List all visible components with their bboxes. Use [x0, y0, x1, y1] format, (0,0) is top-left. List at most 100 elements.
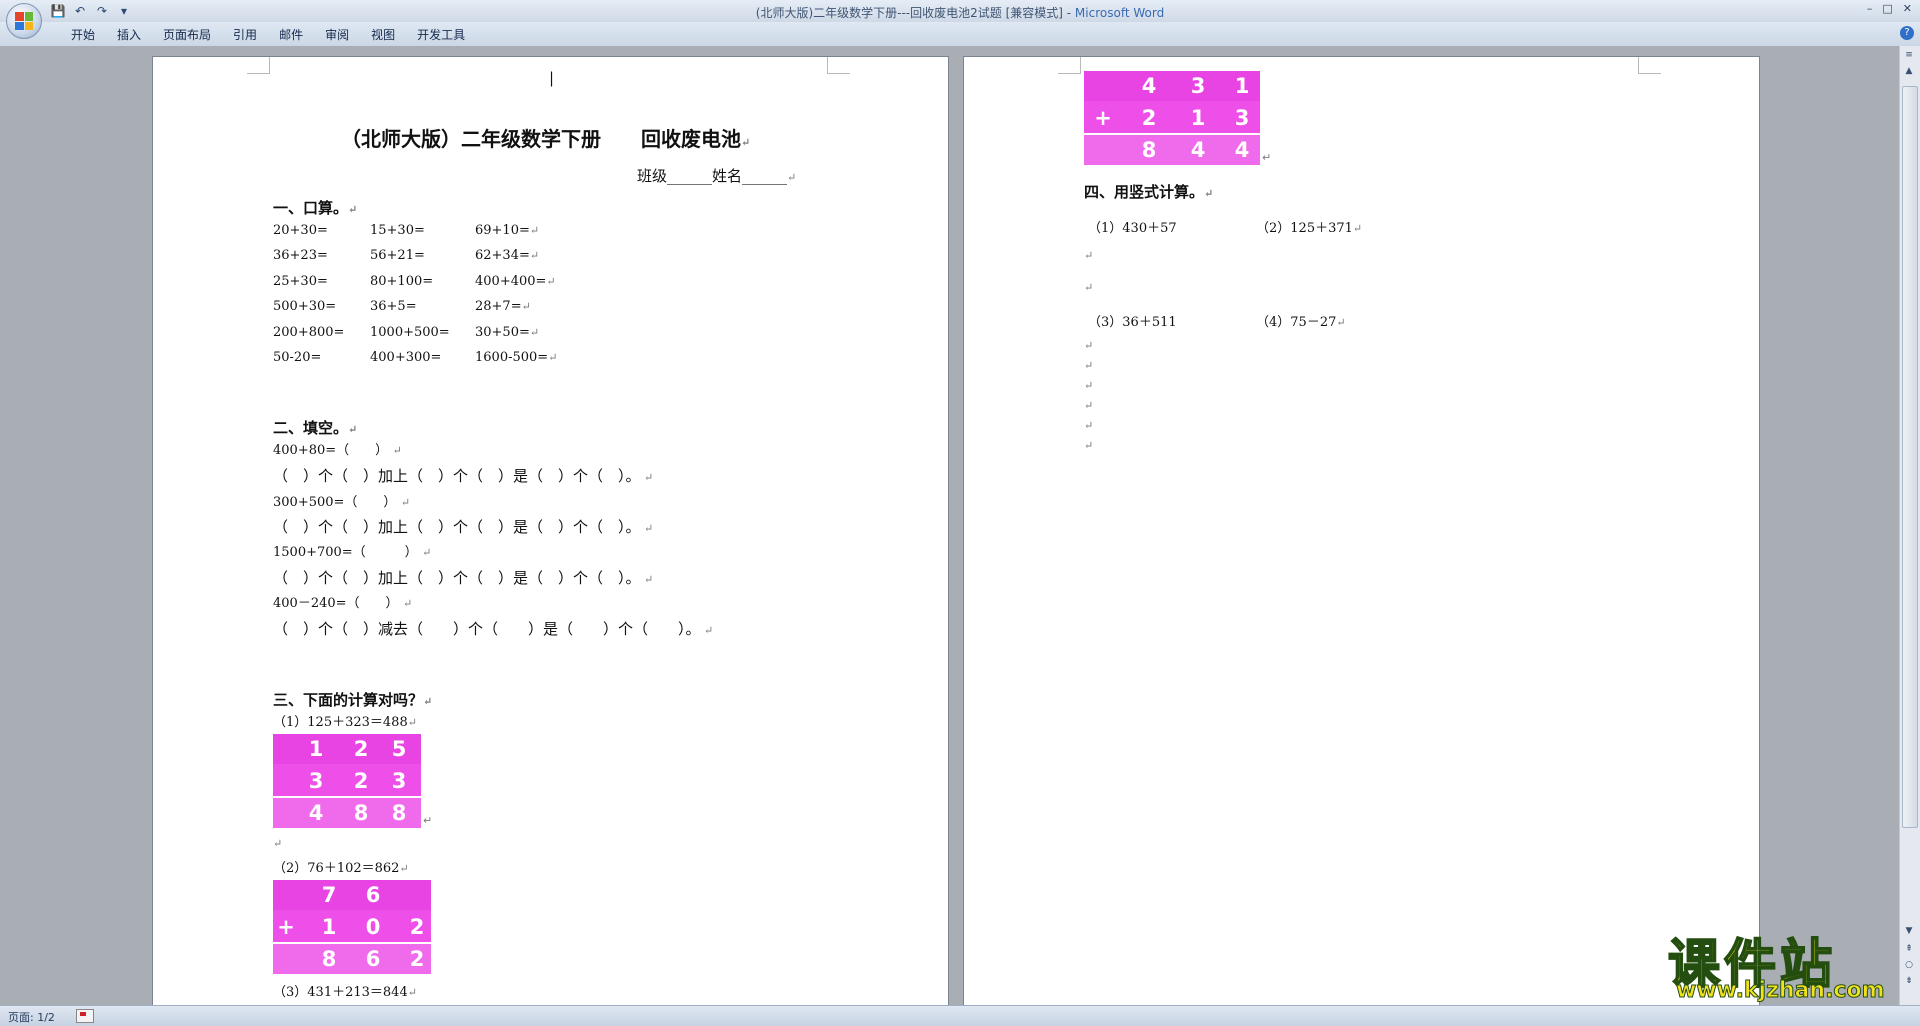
section-1-heading: 一、口算。↵	[273, 197, 357, 218]
office-logo-icon	[15, 12, 33, 30]
document-title-heading: （北师大版）二年级数学下册 回收废电池↵	[341, 123, 750, 152]
app-name: Microsoft Word	[1074, 6, 1165, 20]
oral-expression: 69+10=	[475, 223, 530, 238]
calc-digit: 8	[391, 801, 407, 825]
section-heading-text: 二、填空。	[273, 419, 349, 437]
calc-digit: 0	[365, 915, 381, 939]
maximize-button[interactable]: □	[1882, 2, 1892, 15]
calc-digit: 1	[1234, 74, 1250, 98]
vertical-calc-2: 7 6 + 1 0 2 8 6 2	[273, 880, 431, 974]
paragraph-mark: ↵	[633, 573, 654, 586]
paragraph-mark: ↵	[787, 171, 797, 184]
calc-digit: 2	[1141, 106, 1157, 130]
tab-developer[interactable]: 开发工具	[406, 26, 476, 43]
calc-row-1: 4 3 1	[1084, 71, 1260, 101]
oral-item: 500+30=	[273, 299, 336, 314]
tab-insert[interactable]: 插入	[106, 26, 152, 43]
oral-expression: 50-20=	[273, 350, 322, 365]
fill-text: （ ）个（ ）加上（ ）个（ ）是（ ）个（ ）。	[273, 467, 634, 485]
minimize-button[interactable]: –	[1867, 2, 1873, 15]
paragraph-mark: ↵	[633, 471, 654, 484]
help-icon[interactable]: ?	[1900, 26, 1914, 40]
calc-digit: 8	[321, 947, 337, 971]
oral-item: 1000+500=	[370, 325, 450, 340]
vertical-scrollbar[interactable]: ≡ ▲ ▼ ⇞ ○ ⇟	[1899, 46, 1920, 1005]
text-cursor: |	[549, 69, 555, 87]
oral-expression: 80+100=	[370, 273, 434, 289]
paragraph-mark: ↵	[1084, 419, 1094, 432]
calc-digit: 2	[409, 947, 425, 971]
calc-digit: 1	[308, 737, 324, 761]
paragraph-mark: ↵	[1204, 187, 1214, 200]
oral-expression: 28+7=	[475, 299, 522, 315]
question-text: （1）125＋323＝488	[273, 715, 408, 730]
paragraph-mark: ↵	[693, 624, 714, 637]
problem-text: （4）75－27	[1256, 315, 1337, 330]
oral-item: 36+23=	[273, 248, 328, 263]
paragraph-mark: ↵	[1336, 316, 1346, 329]
class-name-line: 班级______姓名______↵	[637, 165, 796, 186]
oral-item: 400+400=↵	[475, 274, 556, 289]
oral-item: 15+30=	[370, 223, 425, 238]
paragraph-mark: ↵	[381, 444, 402, 457]
paragraph-mark: ↵	[392, 597, 413, 610]
problem-3: （3）36＋511	[1088, 315, 1177, 330]
ribbon: 开始 插入 页面布局 引用 邮件 审阅 视图 开发工具 ?	[0, 22, 1920, 47]
vertical-calc-3: 4 3 1 + 2 1 3 8 4 4 ↵	[1084, 71, 1271, 165]
tab-references[interactable]: 引用	[222, 26, 268, 43]
calc-digit: 4	[1190, 138, 1206, 162]
tab-mailings[interactable]: 邮件	[268, 26, 314, 43]
problem-text: （2）125＋371	[1256, 221, 1353, 236]
oral-expression: 400+300=	[370, 350, 442, 365]
paragraph-mark: ↵	[1084, 281, 1094, 294]
oral-expression: 1600-500=	[475, 350, 549, 365]
paragraph-mark: ↵	[1084, 399, 1094, 412]
fill-line: （ ）个（ ）加上（ ）个（ ）是（ ）个（ ）。 ↵	[273, 516, 653, 537]
vertical-calc-1: 1 2 5 3 2 3 4 8 8 ↵	[273, 734, 432, 828]
section-3-heading: 三、下面的计算对吗？↵	[273, 689, 432, 710]
calc-digit: 3	[1190, 74, 1206, 98]
browse-object-icon[interactable]: ○	[1902, 960, 1916, 972]
calc-digit: 6	[365, 883, 381, 907]
paragraph-mark: ↵	[529, 249, 540, 263]
paragraph-mark: ↵	[1084, 359, 1094, 372]
close-button[interactable]: ✕	[1903, 2, 1912, 15]
fill-line: 300+500=（ ） ↵	[273, 491, 410, 510]
tab-view[interactable]: 视图	[360, 26, 406, 43]
section-heading-text: 四、用竖式计算。	[1084, 183, 1205, 201]
page-count[interactable]: 页面: 1/2	[8, 1009, 55, 1025]
status-bar: 页面: 1/2	[0, 1005, 1920, 1026]
document-page-1[interactable]: | （北师大版）二年级数学下册 回收废电池↵ 班级______姓名______↵…	[152, 56, 949, 1005]
next-page-icon[interactable]: ⇟	[1902, 976, 1916, 988]
tab-home[interactable]: 开始	[60, 26, 106, 43]
oral-expression: 36+5=	[370, 299, 417, 315]
fill-line: （ ）个（ ）减去（ ）个（ ）是（ ）个（ ）。 ↵	[273, 618, 713, 639]
scroll-up-icon[interactable]: ▲	[1902, 66, 1916, 78]
document-page-2[interactable]: 4 3 1 + 2 1 3 8 4 4 ↵ 四、用竖式计算。↵ （1）430＋5…	[963, 56, 1760, 1005]
fill-text: 400－240=（ ）	[273, 596, 393, 611]
oral-expression: 20+30=	[273, 223, 328, 238]
scroll-thumb[interactable]	[1902, 86, 1918, 828]
calc-row-2: + 1 0 2	[273, 912, 431, 942]
oral-item: 25+30=	[273, 274, 328, 289]
calc-digit: 2	[409, 915, 425, 939]
scroll-down-icon[interactable]: ▼	[1902, 926, 1916, 938]
paragraph-mark: ↵	[399, 862, 409, 875]
paragraph-mark: ↵	[1084, 249, 1094, 262]
tab-page-layout[interactable]: 页面布局	[152, 26, 222, 43]
section-heading-text: 三、下面的计算对吗？	[273, 691, 424, 709]
calc-digit: 2	[353, 769, 369, 793]
proofing-icon[interactable]	[76, 1009, 94, 1023]
calc-digit: 4	[308, 801, 324, 825]
ruler-toggle-icon[interactable]: ≡	[1902, 50, 1916, 62]
question-text: （2）76＋102＝862	[273, 861, 400, 876]
oral-expression: 62+34=	[475, 248, 530, 264]
calc-digit: 1	[321, 915, 337, 939]
calc-digit: 8	[353, 801, 369, 825]
tab-review[interactable]: 审阅	[314, 26, 360, 43]
office-button[interactable]	[6, 3, 42, 39]
oral-expression: 200+800=	[273, 324, 345, 340]
calc-digit: 7	[321, 883, 337, 907]
question-2: （2）76＋102＝862↵	[273, 857, 409, 876]
previous-page-icon[interactable]: ⇞	[1902, 944, 1916, 956]
